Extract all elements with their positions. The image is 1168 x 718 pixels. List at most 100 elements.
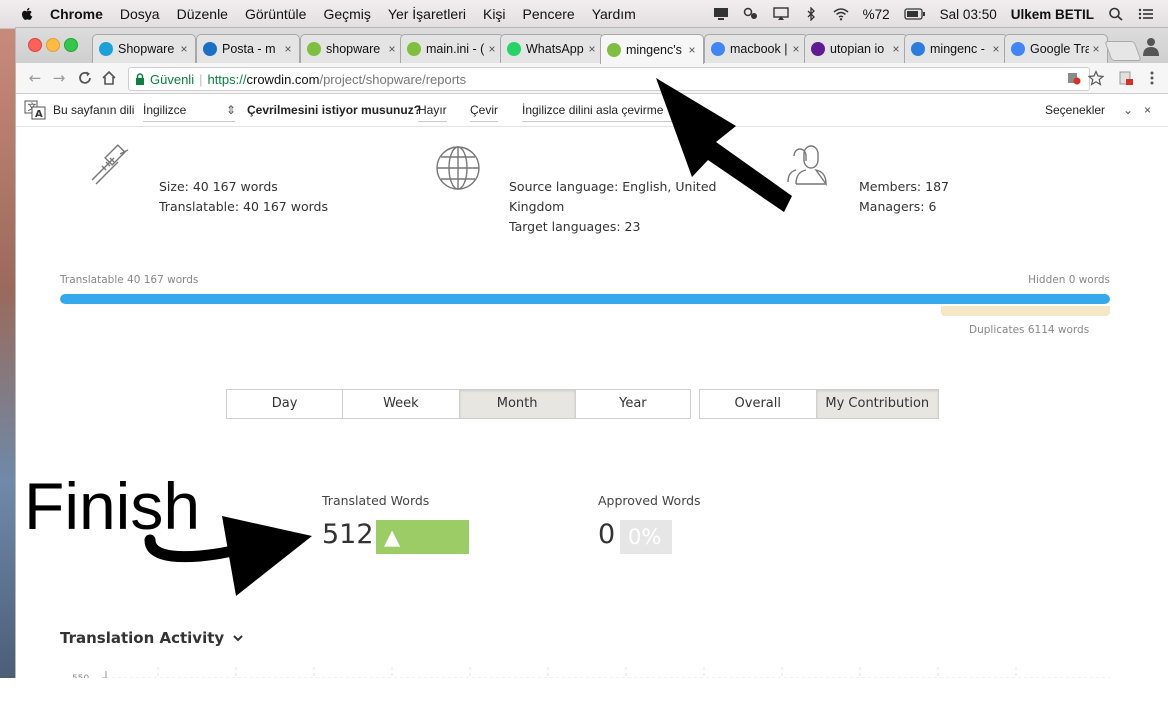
tab-1[interactable]: Shopware × <box>92 34 196 63</box>
home-icon[interactable] <box>100 69 118 87</box>
period-switcher: Day Week Month Year <box>226 389 691 419</box>
secure-label: Güvenli <box>150 71 195 87</box>
tab-10[interactable]: Google Tra × <box>1004 34 1108 63</box>
close-window-button[interactable] <box>28 38 42 52</box>
tab-5[interactable]: WhatsApp × <box>500 34 604 63</box>
page-language-label: Bu sayfanın dili <box>53 103 135 117</box>
tab-4[interactable]: main.ini - (× <box>400 34 504 63</box>
tab-3[interactable]: shopware × <box>300 34 404 63</box>
crowdin-icon <box>407 42 421 56</box>
close-tab-icon[interactable]: × <box>989 42 1003 56</box>
desktop-wallpaper <box>0 28 16 678</box>
menu-file[interactable]: Dosya <box>120 6 160 22</box>
options-chevron-down-icon[interactable]: ⌄ <box>1123 103 1133 117</box>
project-size-stats: Size: 40 167 words Translatable: 40 167 … <box>159 177 328 217</box>
chevron-down-icon <box>233 635 243 642</box>
translation-activity-toggle[interactable]: Translation Activity <box>60 629 244 647</box>
tab-label: macbook | <box>730 42 788 56</box>
wifi-icon[interactable] <box>833 7 849 21</box>
translate-options-button[interactable]: Seçenekler <box>1045 103 1105 117</box>
chrome-menu-icon[interactable] <box>1144 70 1160 86</box>
zoom-window-button[interactable] <box>64 38 78 52</box>
back-button[interactable]: ← <box>26 69 44 87</box>
translation-activity-title: Translation Activity <box>60 629 225 647</box>
crowdin-icon <box>607 42 621 57</box>
close-tab-icon[interactable]: × <box>485 42 499 56</box>
profile-icon[interactable] <box>1140 35 1162 57</box>
extension-icon[interactable] <box>1118 70 1134 86</box>
bluetooth-icon[interactable] <box>803 7 819 21</box>
menu-view[interactable]: Görüntüle <box>245 6 306 22</box>
approved-words-value: 0 <box>598 519 616 550</box>
scope-my-contribution-button[interactable]: My Contribution <box>816 390 938 418</box>
members-text: Members: 187 <box>859 179 949 194</box>
spotlight-search-icon[interactable] <box>1108 7 1124 21</box>
tab-2[interactable]: Posta - m × <box>196 34 300 63</box>
close-tab-icon[interactable]: × <box>889 42 903 56</box>
period-year-button[interactable]: Year <box>575 390 690 418</box>
translate-icon: 文A <box>24 100 46 120</box>
close-tab-icon[interactable]: × <box>1089 42 1103 56</box>
airplay-icon[interactable] <box>772 7 789 21</box>
menubar-user[interactable]: Ulkem BETIL <box>1011 7 1094 22</box>
tab-6[interactable]: mingenc's × <box>600 34 704 64</box>
never-translate-button[interactable]: İngilizce dilini asla çevirme <box>522 103 672 122</box>
whatsapp-icon <box>507 42 521 56</box>
shopware-icon <box>99 42 113 56</box>
source-language-text-cont: Kingdom <box>509 199 565 214</box>
decline-translate-button[interactable]: Hayır <box>418 103 447 122</box>
close-tab-icon[interactable]: × <box>177 42 191 56</box>
translated-words-label: Translated Words <box>322 493 430 508</box>
scope-overall-button[interactable]: Overall <box>700 390 817 418</box>
period-month-button[interactable]: Month <box>459 390 576 418</box>
battery-icon[interactable] <box>904 7 926 21</box>
language-select-chevron-icon[interactable]: ⇕ <box>226 103 236 117</box>
close-tab-icon[interactable]: × <box>585 42 599 56</box>
period-week-button[interactable]: Week <box>343 390 460 418</box>
tab-label: Google Tra <box>1030 42 1089 56</box>
steemit-icon <box>911 42 925 56</box>
project-member-stats: Members: 187 Managers: 6 <box>859 177 949 217</box>
notification-center-icon[interactable] <box>1138 7 1154 21</box>
translate-button[interactable]: Çevir <box>470 103 499 122</box>
menu-window[interactable]: Pencere <box>523 6 575 22</box>
translatable-words-label: Translatable 40 167 words <box>60 274 199 286</box>
minimize-window-button[interactable] <box>46 38 60 52</box>
display-icon[interactable] <box>713 7 729 21</box>
menu-edit[interactable]: Düzenle <box>177 6 228 22</box>
menu-history[interactable]: Geçmiş <box>323 6 370 22</box>
menu-people[interactable]: Kişi <box>483 6 506 22</box>
close-tab-icon[interactable]: × <box>385 42 399 56</box>
menu-app-name[interactable]: Chrome <box>50 6 103 22</box>
menu-help[interactable]: Yardım <box>592 6 636 22</box>
caliper-icon <box>91 144 129 185</box>
bookmark-star-icon[interactable] <box>1088 70 1104 86</box>
translated-words-value: 512 <box>322 519 374 550</box>
close-tab-icon[interactable]: × <box>685 43 699 57</box>
tab-7[interactable]: macbook | × <box>704 34 808 63</box>
tab-8[interactable]: utopian io × <box>804 34 908 63</box>
close-infobar-icon[interactable]: × <box>1144 103 1151 117</box>
forward-button[interactable]: → <box>50 69 68 87</box>
language-select[interactable]: İngilizce <box>143 103 235 122</box>
blocked-content-icon[interactable] <box>1066 70 1082 86</box>
battery-percent: %72 <box>862 6 890 22</box>
address-bar[interactable]: Güvenli | https://crowdin.com/project/sh… <box>128 67 1090 91</box>
tab-label: main.ini - ( <box>426 42 485 56</box>
period-day-button[interactable]: Day <box>227 390 344 418</box>
tab-9[interactable]: mingenc - × <box>904 34 1008 63</box>
reload-icon[interactable] <box>76 69 94 87</box>
menubar-clock[interactable]: Sal 03:50 <box>940 7 997 22</box>
yahoo-icon <box>811 42 825 56</box>
close-tab-icon[interactable]: × <box>789 42 803 56</box>
browser-window: Shopware × Posta - m × shopware × main.ini - (… <box>16 28 1168 678</box>
close-tab-icon[interactable]: × <box>281 42 295 56</box>
new-tab-button[interactable] <box>1104 41 1142 61</box>
activity-monitor-icon[interactable] <box>743 7 759 21</box>
translatable-progress-fill <box>60 294 1110 304</box>
size-text: Size: 40 167 words <box>159 179 278 194</box>
apple-icon[interactable] <box>18 5 36 23</box>
tab-label: mingenc - <box>930 42 985 56</box>
tab-strip: Shopware × Posta - m × shopware × main.ini - (… <box>16 28 1168 64</box>
menu-bookmarks[interactable]: Yer İşaretleri <box>388 6 466 22</box>
